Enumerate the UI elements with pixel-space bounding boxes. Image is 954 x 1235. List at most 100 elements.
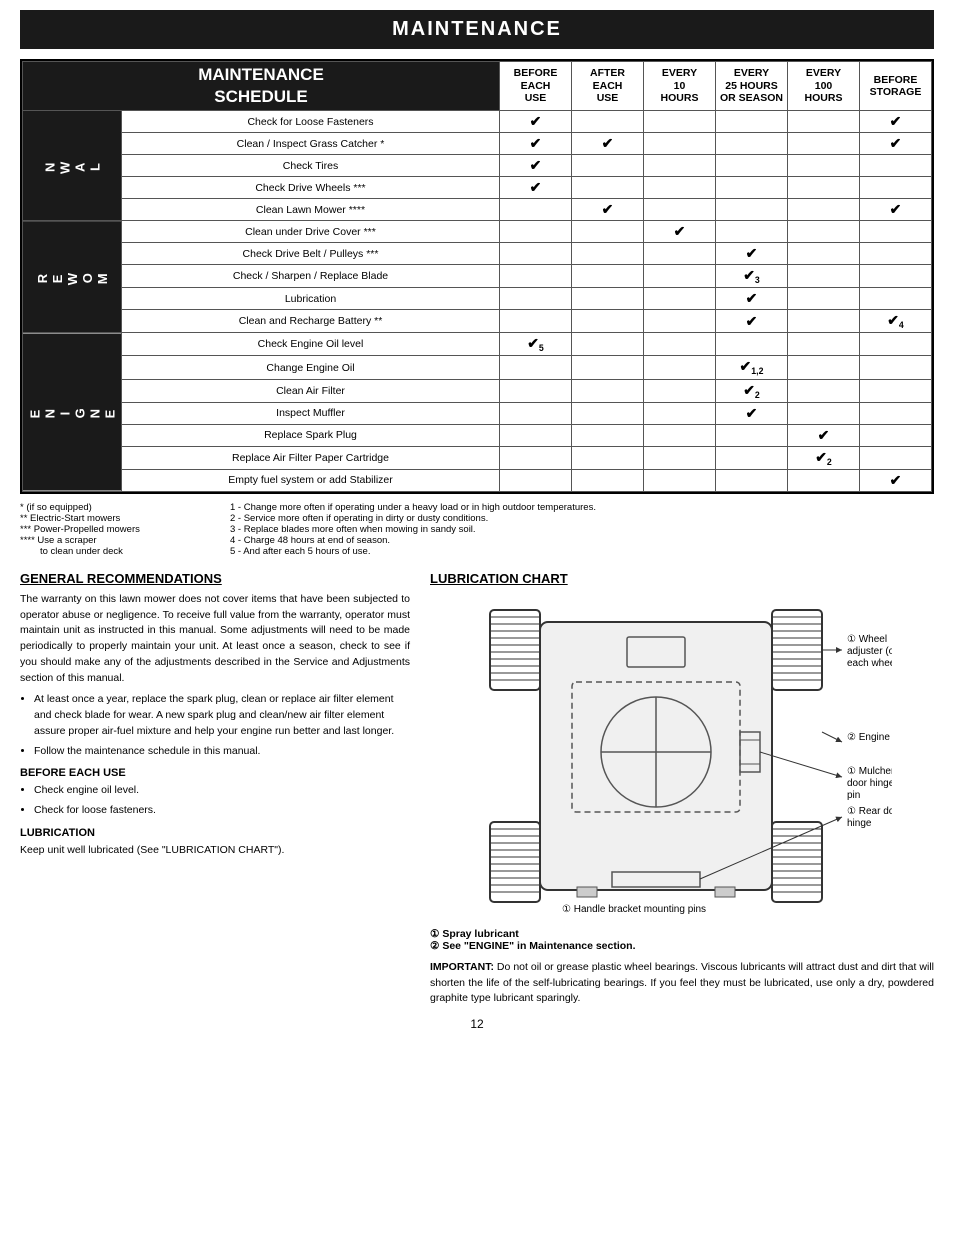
footnote-item: 3 - Replace blades more often when mowin… <box>230 524 934 535</box>
lub-note-1: ① Spray lubricant <box>430 928 934 940</box>
check-cell <box>572 177 644 199</box>
lub-diagram-svg: ① Wheel adjuster (on each wheel) ② Engin… <box>472 592 892 922</box>
table-row: LAWN Check for Loose Fasteners ✔ ✔ <box>23 111 932 133</box>
check-cell <box>572 469 644 491</box>
check-cell <box>788 379 860 402</box>
maintenance-table: MAINTENANCE SCHEDULE BEFOREEACHUSE AFTER… <box>22 61 932 492</box>
task-name: Check Engine Oil level <box>122 333 500 356</box>
gen-rec-title: GENERAL RECOMMENDATIONS <box>20 571 410 586</box>
footnote-item: 4 - Charge 48 hours at end of season. <box>230 535 934 546</box>
table-row: Replace Air Filter Paper Cartridge ✔2 <box>23 446 932 469</box>
footnote-item: 1 - Change more often if operating under… <box>230 502 934 513</box>
task-name: Clean under Drive Cover *** <box>122 221 500 243</box>
maintenance-table-wrapper: MAINTENANCE SCHEDULE BEFOREEACHUSE AFTER… <box>20 59 934 494</box>
footnote-item: **** Use a scraper <box>20 535 220 546</box>
table-row: Check Drive Wheels *** ✔ <box>23 177 932 199</box>
check-cell: ✔2 <box>788 446 860 469</box>
check-cell <box>500 424 572 446</box>
before-each-use-title: BEFORE EACH USE <box>20 767 410 779</box>
table-row: Change Engine Oil ✔1,2 <box>23 356 932 379</box>
svg-text:each wheel): each wheel) <box>847 658 892 669</box>
check-cell <box>716 469 788 491</box>
schedule-title-line1: MAINTENANCE <box>27 64 495 86</box>
task-name: Replace Air Filter Paper Cartridge <box>122 446 500 469</box>
schedule-title-line2: SCHEDULE <box>27 86 495 108</box>
task-name: Inspect Muffler <box>122 402 500 424</box>
check-cell <box>644 265 716 288</box>
list-item: Check engine oil level. <box>34 783 410 799</box>
check-cell <box>788 111 860 133</box>
svg-text:door hinge: door hinge <box>847 778 892 789</box>
table-row: Inspect Muffler ✔ <box>23 402 932 424</box>
svg-text:① Rear door: ① Rear door <box>847 806 892 817</box>
table-row: Check Tires ✔ <box>23 155 932 177</box>
task-name: Check Drive Belt / Pulleys *** <box>122 243 500 265</box>
gen-rec-body: The warranty on this lawn mower does not… <box>20 592 410 687</box>
lub-note-2: ② See "ENGINE" in Maintenance section. <box>430 940 934 952</box>
check-cell <box>500 310 572 333</box>
check-cell: ✔ <box>644 221 716 243</box>
table-row: Clean Air Filter ✔2 <box>23 379 932 402</box>
check-cell <box>500 199 572 221</box>
check-cell <box>572 379 644 402</box>
col-before-each: BEFOREEACHUSE <box>500 62 572 111</box>
page-title: MAINTENANCE <box>20 10 934 49</box>
check-cell <box>860 177 932 199</box>
important-text: IMPORTANT: Do not oil or grease plastic … <box>430 960 934 1007</box>
check-cell: ✔ <box>500 155 572 177</box>
check-cell <box>788 469 860 491</box>
svg-text:① Handle bracket mounting pins: ① Handle bracket mounting pins <box>562 904 706 915</box>
check-cell <box>572 243 644 265</box>
check-cell: ✔ <box>572 133 644 155</box>
check-cell <box>788 402 860 424</box>
check-cell <box>644 379 716 402</box>
check-cell <box>572 310 644 333</box>
task-name: Clean / Inspect Grass Catcher * <box>122 133 500 155</box>
check-cell <box>572 155 644 177</box>
check-cell <box>644 133 716 155</box>
svg-text:hinge: hinge <box>847 818 872 829</box>
footnotes: * (if so equipped) ** Electric-Start mow… <box>20 502 934 557</box>
task-name: Clean Air Filter <box>122 379 500 402</box>
check-cell: ✔5 <box>500 333 572 356</box>
lub-chart-title: LUBRICATION CHART <box>430 571 934 586</box>
task-name: Check Tires <box>122 155 500 177</box>
bullet-item: Follow the maintenance schedule in this … <box>34 744 410 760</box>
check-cell <box>572 356 644 379</box>
check-cell <box>500 402 572 424</box>
check-cell: ✔ <box>572 199 644 221</box>
check-cell <box>572 424 644 446</box>
table-row: Clean and Recharge Battery ** ✔ ✔4 <box>23 310 932 333</box>
check-cell <box>644 446 716 469</box>
svg-text:① Mulcher: ① Mulcher <box>847 766 892 777</box>
check-cell <box>644 469 716 491</box>
check-cell <box>788 310 860 333</box>
check-cell <box>716 111 788 133</box>
col-every25: EVERY25 HOURSOR SEASON <box>716 62 788 111</box>
list-item: Check for loose fasteners. <box>34 803 410 819</box>
check-cell: ✔ <box>716 288 788 310</box>
check-cell <box>500 221 572 243</box>
task-name: Replace Spark Plug <box>122 424 500 446</box>
table-row: Clean / Inspect Grass Catcher * ✔ ✔ ✔ <box>23 133 932 155</box>
check-cell <box>644 155 716 177</box>
page-number: 12 <box>20 1017 934 1031</box>
check-cell <box>716 446 788 469</box>
check-cell: ✔ <box>860 111 932 133</box>
check-cell <box>500 379 572 402</box>
check-cell <box>860 446 932 469</box>
general-recommendations: GENERAL RECOMMENDATIONS The warranty on … <box>20 571 410 1007</box>
check-cell <box>860 402 932 424</box>
check-cell <box>860 243 932 265</box>
footnote-item: 2 - Service more often if operating in d… <box>230 513 934 524</box>
check-cell <box>788 133 860 155</box>
check-cell: ✔2 <box>716 379 788 402</box>
check-cell <box>716 177 788 199</box>
col-every100: EVERY100HOURS <box>788 62 860 111</box>
check-cell: ✔ <box>716 402 788 424</box>
check-cell <box>644 111 716 133</box>
check-cell: ✔ <box>860 469 932 491</box>
check-cell: ✔ <box>860 133 932 155</box>
lub-notes: ① Spray lubricant ② See "ENGINE" in Main… <box>430 928 934 952</box>
bullet-item: At least once a year, replace the spark … <box>34 692 410 739</box>
